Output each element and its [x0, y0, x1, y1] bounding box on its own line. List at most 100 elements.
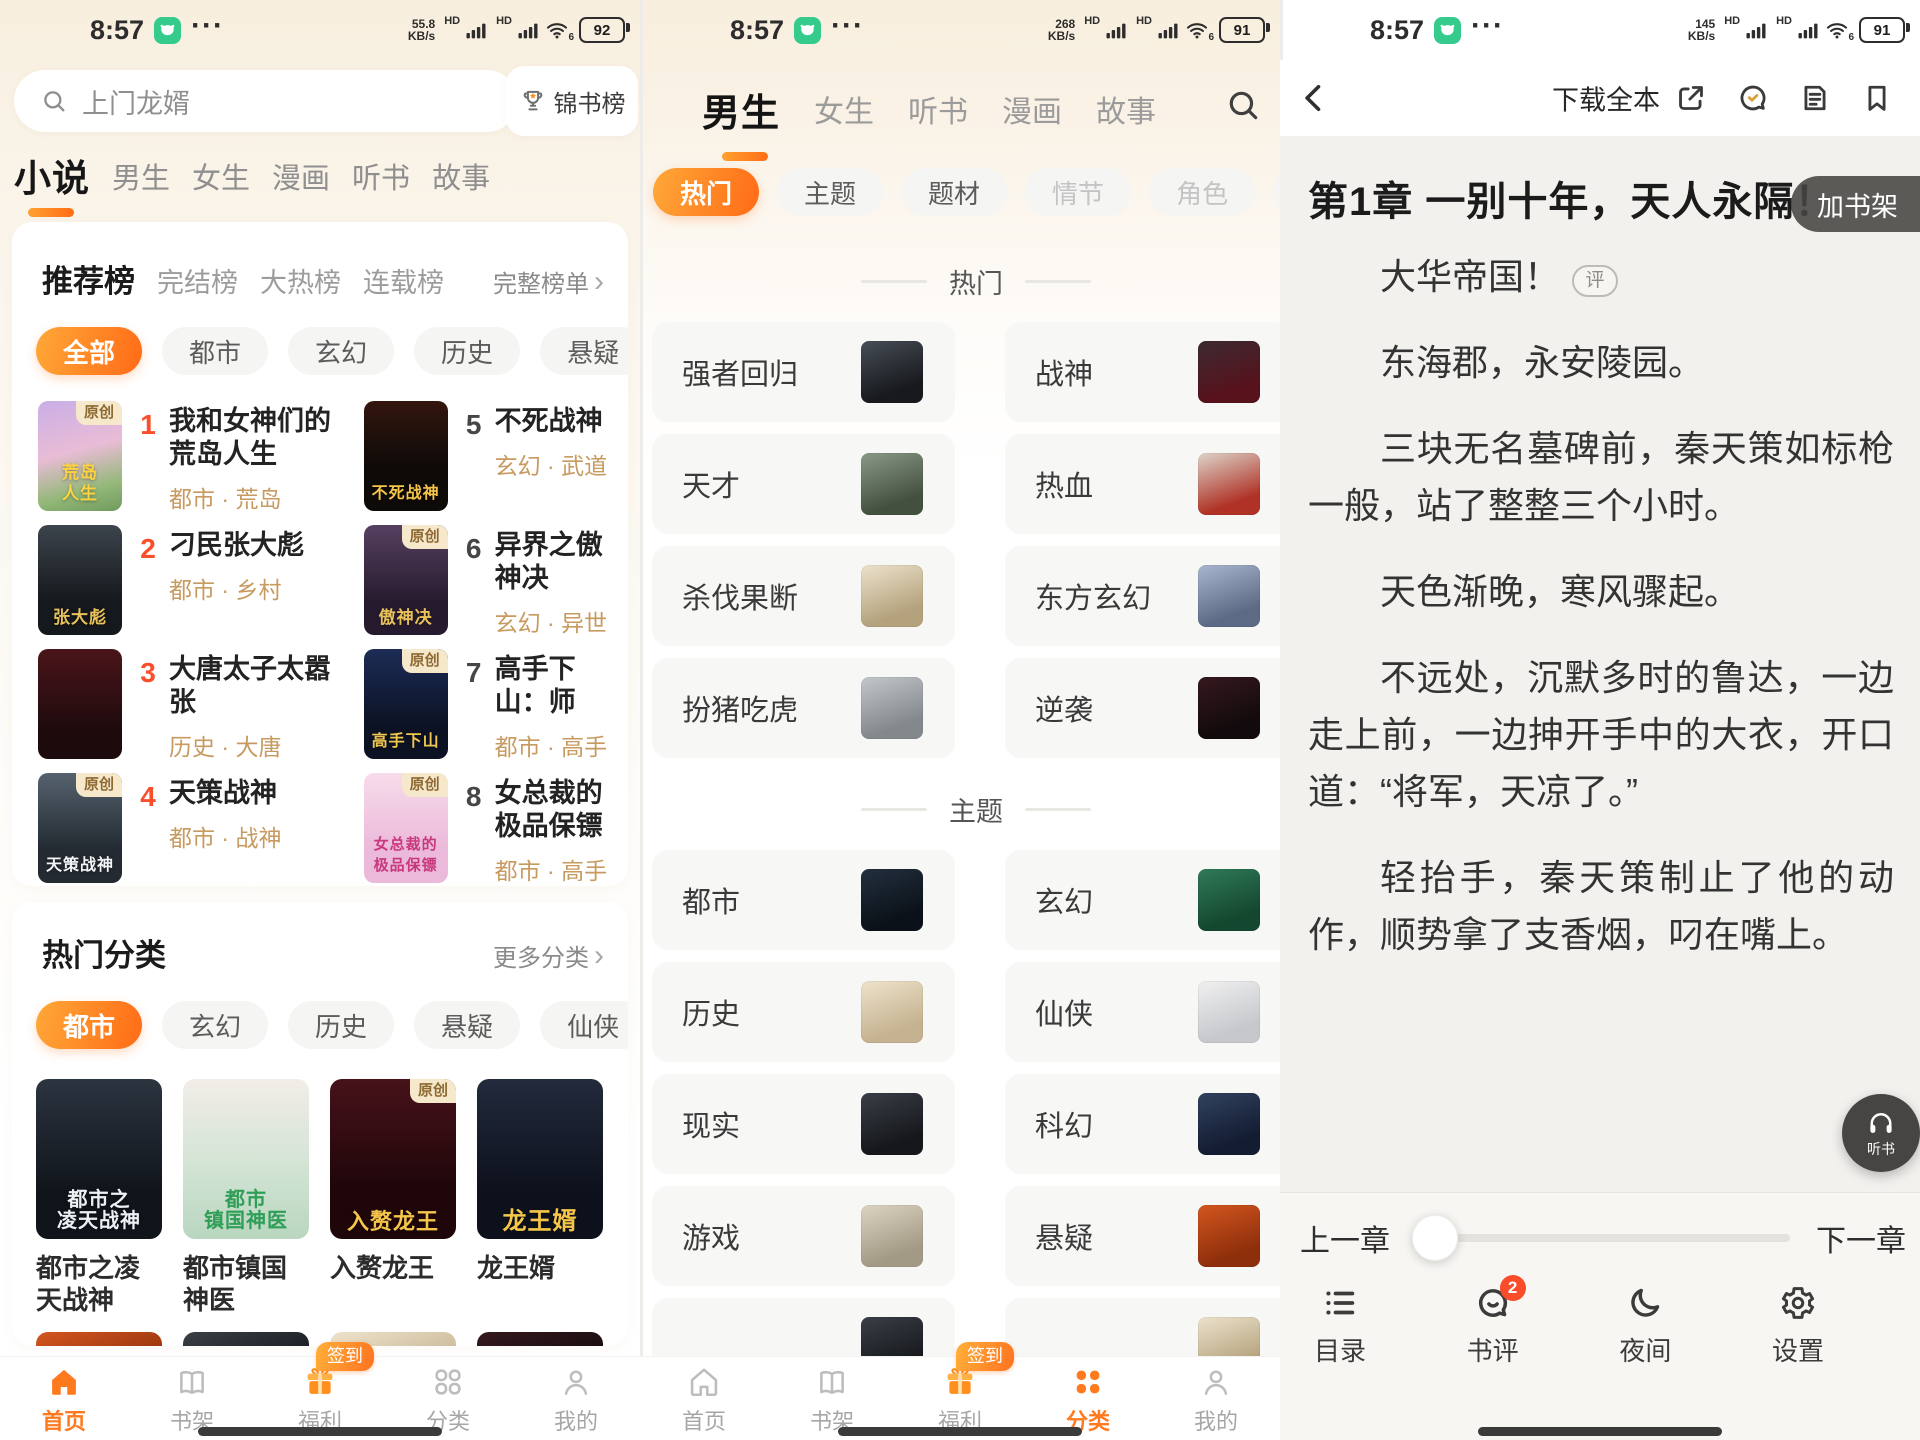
reader-nav-toc[interactable]: 目录: [1314, 1284, 1366, 1368]
filter-chip[interactable]: 角色: [1149, 168, 1255, 216]
book-list-item[interactable]: 不死战神 5 不死战神 玄幻 · 武道: [364, 401, 628, 511]
tag-card[interactable]: 游戏: [652, 1186, 955, 1286]
book-ranking-button[interactable]: 锦书榜: [506, 66, 638, 136]
rank-column-right: 不死战神 5 不死战神 玄幻 · 武道 原创 傲神决 6 异界之傲神决 玄幻 ·…: [356, 401, 628, 883]
rec-tab[interactable]: 完结榜: [157, 261, 238, 300]
book-cover: 原创 女总裁的极品保镖: [364, 773, 448, 883]
notes-icon[interactable]: [1798, 81, 1832, 115]
home-tab-0[interactable]: 小说: [14, 148, 90, 202]
rank-number: 5: [461, 409, 487, 511]
rec-tab[interactable]: 连载榜: [363, 261, 444, 300]
category-tab-2[interactable]: 听书: [908, 87, 968, 137]
tag-card[interactable]: 天才: [652, 434, 955, 534]
tag-card[interactable]: 现实: [652, 1074, 955, 1174]
full-ranking-link[interactable]: 完整榜单›: [493, 264, 604, 299]
book-list-item[interactable]: 原创 高手下山 7 高手下山：师姐，我不想 都市 · 高手: [364, 649, 628, 759]
tag-card[interactable]: 仙侠: [1005, 962, 1280, 1062]
category-tab-0[interactable]: 男生: [702, 82, 780, 137]
more-categories-link[interactable]: 更多分类›: [493, 938, 604, 973]
prev-chapter-button[interactable]: 上一章: [1300, 1216, 1390, 1260]
home-tab-4[interactable]: 听书: [352, 155, 410, 202]
category-tab-4[interactable]: 故事: [1096, 87, 1156, 137]
rec-chip[interactable]: 玄幻: [288, 327, 394, 375]
tag-card[interactable]: [1005, 1298, 1280, 1356]
back-icon[interactable]: [1296, 80, 1332, 116]
hot-book-item[interactable]: 原创 入赘龙王 入赘龙王: [330, 1079, 456, 1316]
rec-chip[interactable]: 历史: [414, 327, 520, 375]
reader-nav-gear[interactable]: 设置: [1772, 1284, 1824, 1368]
tag-card[interactable]: 东方玄幻: [1005, 546, 1280, 646]
rec-chip[interactable]: 全部: [36, 327, 142, 375]
wifi-icon: 6: [1185, 18, 1209, 42]
hot-chip[interactable]: 都市: [36, 1001, 142, 1049]
filter-chip[interactable]: 热门: [653, 168, 759, 216]
nav-item-home[interactable]: 首页: [0, 1357, 128, 1440]
hot-book-item[interactable]: 龙王婿 龙王婿: [477, 1079, 603, 1316]
user-icon: [559, 1365, 593, 1399]
search-input[interactable]: 上门龙婿: [14, 70, 518, 132]
reader-nav-review[interactable]: 2 书评: [1467, 1284, 1519, 1368]
book-list-item[interactable]: 张大彪 2 刁民张大彪 都市 · 乡村: [38, 525, 356, 635]
comment-bubble-icon[interactable]: [1736, 81, 1770, 115]
listen-floating-button[interactable]: 听书: [1842, 1094, 1920, 1172]
tag-card[interactable]: 逆袭: [1005, 658, 1280, 758]
add-to-shelf-button[interactable]: 加书架: [1791, 176, 1920, 232]
home-tab-3[interactable]: 漫画: [272, 155, 330, 202]
book-list-item[interactable]: 原创 女总裁的极品保镖 8 女总裁的极品保镖 都市 · 高手: [364, 773, 628, 883]
tag-card[interactable]: 战神: [1005, 322, 1280, 422]
tag-card[interactable]: 杀伐果断: [652, 546, 955, 646]
hot-chip[interactable]: 玄幻: [162, 1001, 268, 1049]
cover-title-text: 张大彪: [38, 607, 122, 628]
filter-chip[interactable]: 主题: [777, 168, 883, 216]
next-chapter-button[interactable]: 下一章: [1816, 1216, 1906, 1260]
tag-card[interactable]: 强者回归: [652, 322, 955, 422]
hot-chip[interactable]: 历史: [288, 1001, 394, 1049]
hot-book-item[interactable]: 都市之凌天战神 都市之凌天战神: [36, 1079, 162, 1316]
category-tab-1[interactable]: 女生: [814, 87, 874, 137]
progress-slider[interactable]: [1416, 1234, 1790, 1242]
rec-tab[interactable]: 大热榜: [260, 261, 341, 300]
download-full-book-button[interactable]: 下载全本: [1552, 79, 1660, 118]
bookmark-icon[interactable]: [1860, 81, 1894, 115]
home-tab-2[interactable]: 女生: [192, 155, 250, 202]
tag-card[interactable]: 历史: [652, 962, 955, 1062]
rec-chip[interactable]: 悬疑: [540, 327, 628, 375]
tag-card[interactable]: 都市: [652, 850, 955, 950]
filter-chip[interactable]: 题材: [901, 168, 1007, 216]
hot-book-item[interactable]: 都市镇国神医 都市镇国神医: [183, 1079, 309, 1316]
book-thumbnail: [861, 981, 923, 1043]
category-tab-3[interactable]: 漫画: [1002, 87, 1062, 137]
tag-card[interactable]: 玄幻: [1005, 850, 1280, 950]
rec-chip[interactable]: 都市: [162, 327, 268, 375]
book-list-item[interactable]: 原创 荒岛人生 1 我和女神们的荒岛人生 都市 · 荒岛: [38, 401, 356, 511]
tag-card[interactable]: 扮猪吃虎: [652, 658, 955, 758]
tag-card[interactable]: [652, 1298, 955, 1356]
home-tab-5[interactable]: 故事: [432, 155, 490, 202]
slider-knob[interactable]: [1412, 1215, 1458, 1261]
rec-tab-active[interactable]: 推荐榜: [42, 256, 135, 301]
book-list-item[interactable]: 原创 天策战神 4 天策战神 都市 · 战神: [38, 773, 356, 883]
paragraph-comment-badge[interactable]: 评: [1572, 265, 1618, 297]
filter-chip[interactable]: 风: [1273, 168, 1280, 216]
search-icon[interactable]: [1224, 86, 1262, 124]
status-time-cluster: 8:57 ···: [90, 0, 224, 60]
home-tab-1[interactable]: 男生: [112, 155, 170, 202]
nav-item-user[interactable]: 我的: [1152, 1357, 1280, 1440]
hot-chip[interactable]: 悬疑: [414, 1001, 520, 1049]
tag-card[interactable]: 科幻: [1005, 1074, 1280, 1174]
tag-card[interactable]: 悬疑: [1005, 1186, 1280, 1286]
cover-title-text: 龙王婿: [477, 1211, 603, 1232]
nav-label: 目录: [1314, 1331, 1366, 1368]
book-list-item[interactable]: 3 大唐太子太嚣张 历史 · 大唐: [38, 649, 356, 759]
reader-nav-moon[interactable]: 夜间: [1619, 1284, 1671, 1368]
nav-item-home[interactable]: 首页: [640, 1357, 768, 1440]
book-list-item[interactable]: 原创 傲神决 6 异界之傲神决 玄幻 · 异世: [364, 525, 628, 635]
tag-card[interactable]: 热血: [1005, 434, 1280, 534]
original-badge: 原创: [76, 401, 122, 425]
cover-title-text: 高手下山: [364, 731, 448, 752]
share-icon[interactable]: [1674, 81, 1708, 115]
hot-chip[interactable]: 仙侠: [540, 1001, 628, 1049]
book-tags: 都市 · 高手: [495, 852, 628, 886]
nav-item-user[interactable]: 我的: [512, 1357, 640, 1440]
filter-chip[interactable]: 情节: [1025, 168, 1131, 216]
